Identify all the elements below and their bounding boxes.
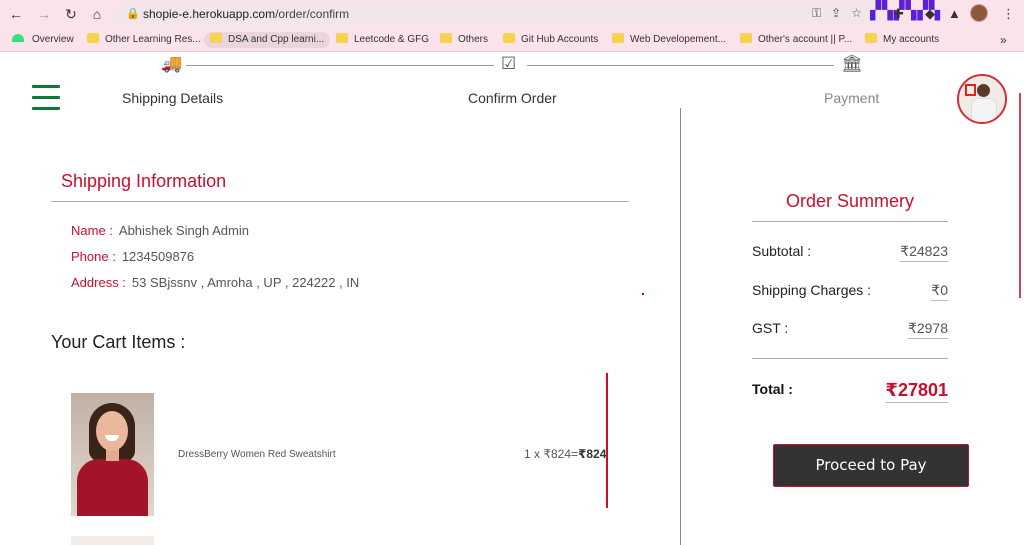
shipping-info-title: Shipping Information (61, 171, 227, 191)
url-host: shopie-e.herokuapp.com (143, 7, 276, 21)
share-icon[interactable]: ⇪ (831, 6, 851, 20)
bookmark-leetcode[interactable]: Leetcode & GFG (336, 32, 429, 48)
menu-dots-icon[interactable]: ⋮ (1002, 6, 1015, 22)
hamburger-menu-icon[interactable] (32, 85, 60, 110)
shipping-address-row: Address : 53 SBjssnv , Amroha , UP , 2242… (71, 275, 359, 290)
divider (752, 221, 948, 222)
shipping-charges-label: Shipping Charges : (752, 282, 872, 298)
address-label: Address : (71, 275, 126, 290)
home-icon[interactable]: ⌂ (89, 6, 105, 22)
address-value: 53 SBjssnv , Amroha , UP , 224222 , IN (131, 275, 360, 290)
key-icon[interactable]: ⚿ (812, 6, 831, 20)
address-bar[interactable]: 🔒 shopie-e.herokuapp.com/order/confirm ⚿… (116, 3, 882, 25)
order-summary-title: Order Summery (785, 191, 915, 211)
star-icon[interactable]: ☆ (851, 6, 872, 20)
folder-icon (740, 33, 752, 43)
extension-icon[interactable]: ◆ (925, 6, 935, 22)
shipping-charges-value: ₹0 (931, 282, 948, 301)
folder-icon (865, 33, 877, 43)
bookmarks-bar: Overview Other Learning Res... DSA and C… (0, 28, 1024, 52)
bookmark-label: Web Developement... (630, 34, 726, 45)
folder-icon (612, 33, 624, 43)
folder-icon (503, 33, 515, 43)
user-avatar[interactable] (957, 74, 1007, 124)
cart-item-accent-bar (606, 373, 608, 508)
divider (51, 201, 629, 202)
android-icon (12, 34, 24, 42)
lock-icon: 🔒 (126, 8, 140, 20)
bookmark-label: Other Learning Res... (105, 34, 201, 45)
bookmark-my-accounts[interactable]: My accounts (865, 32, 939, 48)
scroll-edge-indicator (1019, 93, 1021, 298)
gst-row: GST : ₹2978 (752, 320, 948, 339)
folder-icon (440, 33, 452, 43)
step-label-shipping: Shipping Details (122, 90, 224, 106)
bookmark-label: Git Hub Accounts (521, 34, 599, 45)
product-image (71, 393, 154, 516)
subtotal-value: ₹24823 (900, 243, 948, 262)
subtotal-label: Subtotal : (752, 243, 812, 259)
url-path: /order/confirm (275, 7, 350, 21)
total-label: Total : (752, 381, 793, 397)
bank-icon: 🏛 (841, 54, 863, 73)
folder-icon (87, 33, 99, 43)
bookmark-label: Other's account || P... (758, 34, 853, 45)
vertical-divider (680, 108, 681, 545)
truck-icon: 🚚 (161, 54, 183, 73)
product-image-2 (71, 536, 154, 545)
bookmarks-overflow-button[interactable]: » (1000, 32, 1007, 48)
shipping-name-row: Name : Abhishek Singh Admin (71, 223, 249, 238)
step-label-confirm: Confirm Order (468, 90, 557, 106)
total-row: Total : ₹27801 (752, 380, 948, 403)
product-price: 1 x ₹824=₹824 (524, 447, 606, 461)
bookmark-web-dev[interactable]: Web Developement... (612, 32, 726, 48)
forward-arrow-icon[interactable]: → (36, 6, 52, 22)
bookmark-label: Leetcode & GFG (354, 34, 430, 45)
url-actions: ⚿⇪☆ (812, 6, 872, 21)
item-subtotal: ₹824 (578, 447, 607, 461)
bookmark-label: My accounts (883, 34, 940, 45)
bookmark-others[interactable]: Others (440, 32, 488, 48)
folder-icon (336, 33, 348, 43)
bookmark-others-account[interactable]: Other's account || P... (740, 32, 852, 48)
cart-items-title: Your Cart Items : (51, 332, 186, 352)
name-value: Abhishek Singh Admin (118, 223, 249, 238)
name-label: Name : (71, 223, 113, 238)
browser-toolbar: ← → ↻ ⌂ 🔒 shopie-e.herokuapp.com/order/c… (0, 0, 1024, 28)
bookmark-dsa-cpp[interactable]: DSA and Cpp learni... (204, 32, 331, 48)
extension-icon-2[interactable]: ▲ (948, 6, 961, 21)
total-value: ₹27801 (885, 380, 948, 403)
phone-value: 1234509876 (121, 249, 195, 264)
subtotal-row: Subtotal : ₹24823 (752, 243, 948, 262)
url-text: shopie-e.herokuapp.com/order/confirm (143, 7, 349, 21)
bookmark-label: Others (458, 34, 489, 45)
product-name-link[interactable]: DressBerry Women Red Sweatshirt (178, 449, 336, 460)
puzzle-icon[interactable]: ✚ (893, 6, 904, 22)
step-connector (527, 65, 834, 66)
gst-label: GST : (752, 320, 789, 336)
bookmark-github[interactable]: Git Hub Accounts (503, 32, 598, 48)
shipping-phone-row: Phone : 1234509876 (71, 249, 194, 264)
folder-icon (210, 33, 222, 43)
decorative-dot (642, 293, 644, 295)
reload-icon[interactable]: ↻ (63, 6, 79, 22)
proceed-to-pay-button[interactable]: Proceed to Pay (773, 444, 969, 487)
overflow-chevron-icon: » (1000, 33, 1007, 47)
bookmark-other-learning[interactable]: Other Learning Res... (87, 32, 201, 48)
phone-label: Phone : (71, 249, 116, 264)
bookmark-overview[interactable]: Overview (12, 32, 74, 48)
shipping-charges-row: Shipping Charges : ₹0 (752, 282, 948, 301)
back-arrow-icon[interactable]: ← (8, 6, 24, 22)
divider (752, 358, 948, 359)
gst-value: ₹2978 (907, 320, 948, 339)
bookmark-label: Overview (32, 34, 74, 45)
bookmark-label: DSA and Cpp learni... (228, 34, 325, 45)
browser-profile-avatar[interactable] (970, 4, 988, 22)
order-confirm-page: 🚚 ☑ 🏛 Shipping Details Confirm Order Pay… (0, 53, 1024, 545)
qty-price: 1 x ₹824= (524, 447, 579, 461)
step-label-payment: Payment (824, 90, 880, 106)
step-connector (186, 65, 494, 66)
check-square-icon: ☑ (501, 54, 517, 73)
